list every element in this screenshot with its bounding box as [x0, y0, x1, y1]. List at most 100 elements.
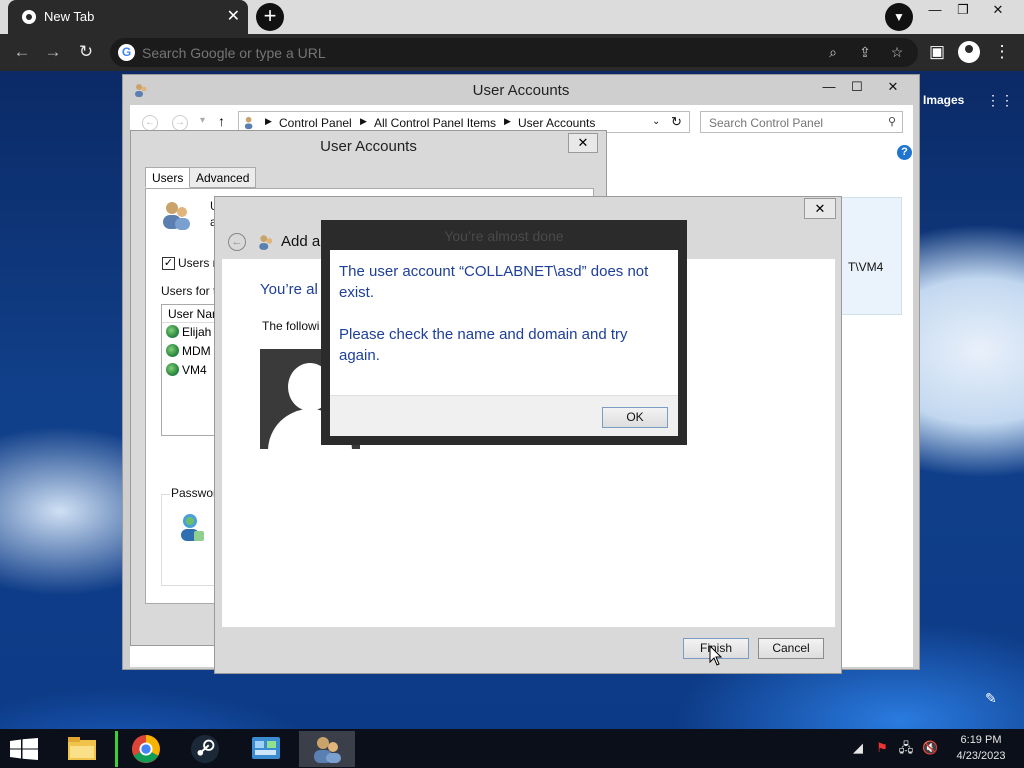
wizard-back-icon[interactable]: ← [228, 233, 246, 251]
minimize-button[interactable]: — [816, 77, 842, 97]
google-apps-icon[interactable]: ⋮⋮ [986, 92, 1014, 108]
breadcrumb-arrow-icon[interactable]: ▶ [265, 116, 272, 127]
bookmark-star-icon[interactable]: ☆ [888, 43, 906, 61]
list-item[interactable]: MDM [166, 344, 211, 362]
recent-pages-icon[interactable]: ▾ [200, 115, 205, 126]
windows-start-icon[interactable] [10, 738, 38, 760]
forward-arrow-icon[interactable]: → [43, 42, 63, 62]
clock-date: 4/23/2023 [956, 750, 1006, 762]
steam-icon [190, 734, 220, 764]
user-icon [166, 344, 179, 357]
chrome-menu-icon[interactable]: ⋮ [992, 42, 1012, 62]
close-window-button[interactable]: ✕ [981, 0, 1015, 20]
dialog-title: User Accounts [320, 138, 417, 155]
tab-search-button[interactable]: ▼ [885, 3, 913, 31]
error-message: The user account “COLLABNET\asd” does no… [339, 263, 649, 301]
control-panel-search-input[interactable] [709, 115, 879, 130]
back-arrow-icon[interactable]: ← [12, 42, 32, 62]
ok-button[interactable]: OK [602, 407, 668, 428]
taskbar: ◢ ⚑ 🖧 🔇 6:19 PM 4/23/2023 [0, 729, 1024, 768]
breadcrumb-user-accounts[interactable]: User Accounts [518, 116, 595, 130]
window-titlebar: User Accounts — ☐ ✕ [123, 75, 919, 105]
file-explorer-taskbar-button[interactable] [54, 731, 110, 767]
user-accounts-icon [314, 737, 341, 763]
customize-pencil-icon[interactable]: ✎ [985, 690, 997, 707]
list-item[interactable]: Elijah [166, 325, 211, 343]
error-dialog-body: The user account “COLLABNET\asd” does no… [330, 250, 678, 395]
window-title: User Accounts [472, 82, 570, 99]
action-center-flag-icon[interactable]: ⚑ [874, 740, 890, 756]
forward-icon[interactable]: → [172, 115, 188, 131]
omnibox[interactable]: G ⌕ ⇪ ☆ [110, 38, 918, 67]
steam-taskbar-button[interactable] [177, 731, 233, 767]
background-info-panel [840, 197, 902, 315]
mouse-cursor-icon [709, 645, 723, 666]
user-list[interactable]: User Nar Elijah MDM VM4 [161, 304, 221, 436]
wizard-heading: You’re al [260, 281, 318, 298]
volume-muted-icon[interactable]: 🔇 [922, 740, 938, 756]
error-hint: Please check the name and domain and try… [339, 326, 628, 364]
search-icon[interactable]: ⚲ [888, 115, 896, 128]
breadcrumb-arrow-icon[interactable]: ▶ [360, 116, 367, 127]
clock-time: 6:19 PM [960, 734, 1002, 746]
reload-icon[interactable]: ↻ [76, 42, 96, 62]
wizard-title: Add a [281, 233, 321, 250]
error-dialog: You’re almost done The user account “COL… [321, 220, 687, 445]
chrome-icon [131, 734, 161, 764]
users-for-label: Users for t [161, 284, 217, 298]
images-link[interactable]: Images [923, 93, 964, 107]
breadcrumb-arrow-icon[interactable]: ▶ [504, 116, 511, 127]
users-must-enter-checkbox[interactable]: ✓ [162, 257, 175, 270]
tab-title: New Tab [44, 9, 95, 24]
google-g-icon: G [118, 44, 135, 61]
error-dialog-title: You’re almost done [444, 228, 564, 244]
side-panel-icon[interactable]: ▣ [927, 42, 947, 62]
list-item[interactable]: VM4 [166, 363, 207, 381]
restore-window-button[interactable]: ❐ [946, 0, 980, 20]
browser-tab-strip: New Tab ✕ + ▼ — ❐ ✕ [0, 0, 1024, 34]
user-name: MDM [182, 344, 211, 358]
network-icon[interactable]: 🖧 [898, 740, 914, 756]
cancel-button[interactable]: Cancel [758, 638, 824, 659]
help-icon[interactable]: ? [897, 145, 912, 160]
close-tab-icon[interactable]: ✕ [227, 6, 240, 26]
control-panel-icon [244, 116, 253, 130]
chrome-favicon-icon [22, 10, 36, 24]
tab-users[interactable]: Users [145, 167, 191, 188]
browser-toolbar: ← → ↻ G ⌕ ⇪ ☆ ▣ ⋮ [0, 34, 1024, 71]
back-icon[interactable]: ← [142, 115, 158, 131]
background-user-label: T\VM4 [848, 260, 884, 274]
profile-avatar-icon[interactable] [958, 41, 980, 63]
maximize-button[interactable]: ☐ [844, 77, 870, 97]
users-group-icon [163, 202, 190, 230]
user-name-column-header[interactable]: User Nar [162, 305, 220, 323]
control-panel-taskbar-button[interactable] [238, 731, 294, 767]
address-dropdown-icon[interactable]: ⌄ [652, 116, 660, 127]
up-arrow-icon[interactable]: ↑ [218, 113, 225, 129]
folder-icon [68, 737, 96, 760]
zoom-icon[interactable]: ⌕ [824, 43, 842, 61]
omnibox-input[interactable] [142, 42, 802, 63]
control-panel-icon [252, 737, 280, 759]
tab-advanced[interactable]: Advanced [189, 167, 257, 188]
user-icon [166, 325, 179, 338]
control-panel-search[interactable]: ⚲ [700, 111, 903, 133]
browser-tab[interactable]: New Tab ✕ [8, 0, 248, 34]
refresh-icon[interactable]: ↻ [671, 114, 682, 130]
add-user-icon [259, 235, 273, 250]
wizard-close-button[interactable]: ✕ [804, 198, 836, 219]
dialog-close-button[interactable]: ✕ [568, 133, 598, 153]
user-name: Elijah [182, 325, 212, 339]
breadcrumb-all-items[interactable]: All Control Panel Items [374, 116, 496, 130]
error-dialog-footer: OK [330, 395, 678, 436]
tray-chevron-icon[interactable]: ◢ [850, 740, 866, 756]
user-accounts-taskbar-button[interactable] [299, 731, 355, 767]
close-button[interactable]: ✕ [880, 77, 906, 97]
new-tab-button[interactable]: + [256, 3, 284, 31]
user-name: VM4 [182, 363, 207, 377]
breadcrumb-control-panel[interactable]: Control Panel [279, 116, 352, 130]
chrome-taskbar-button[interactable] [115, 731, 171, 767]
password-group-label: Passwor [170, 486, 219, 500]
share-icon[interactable]: ⇪ [856, 43, 874, 61]
system-clock[interactable]: 6:19 PM 4/23/2023 [946, 732, 1016, 764]
